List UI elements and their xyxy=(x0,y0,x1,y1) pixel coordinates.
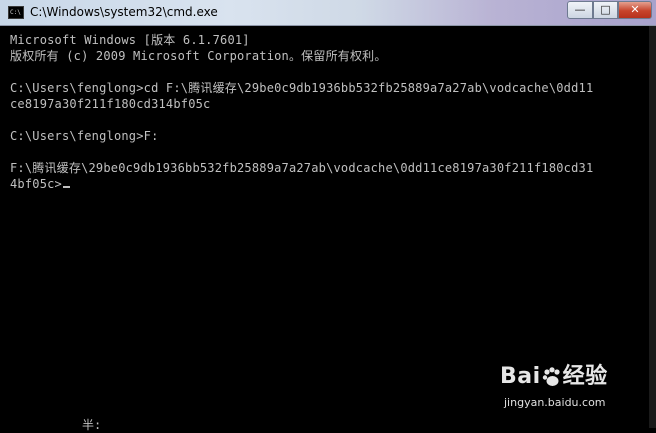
logo-prefix: Bai xyxy=(500,364,541,389)
prompt-line: 4bf05c> xyxy=(10,176,70,192)
console-line: C:\Users\fenglong>F: xyxy=(10,129,159,143)
baidu-jingyan-watermark: Bai 经验 jingyan.baidu.com xyxy=(500,358,650,414)
close-button[interactable]: ✕ xyxy=(618,1,652,19)
cmd-app-icon[interactable]: C:\ xyxy=(8,6,24,19)
logo-suffix: 经验 xyxy=(562,364,608,389)
scrollbar-track[interactable] xyxy=(649,26,656,428)
text-cursor xyxy=(62,186,70,188)
console-line: Microsoft Windows [版本 6.1.7601] xyxy=(10,33,250,47)
baidu-logo: Bai 经验 xyxy=(500,358,608,390)
title-bar[interactable]: C:\ C:\Windows\system32\cmd.exe — □ ✕ xyxy=(0,0,656,26)
console-line: 版权所有 (c) 2009 Microsoft Corporation。保留所有… xyxy=(10,49,387,63)
current-prompt: 4bf05c> xyxy=(10,177,62,191)
paw-icon xyxy=(542,367,560,386)
console-line: ce8197a30f211f180cd314bf05c xyxy=(10,97,211,111)
partial-text: 半: xyxy=(82,418,102,432)
maximize-button[interactable]: □ xyxy=(593,1,618,19)
cmd-window: C:\ C:\Windows\system32\cmd.exe — □ ✕ Mi… xyxy=(0,0,656,432)
minimize-button[interactable]: — xyxy=(567,1,593,19)
console-line: C:\Users\fenglong>cd F:\腾讯缓存\29be0c9db19… xyxy=(10,81,594,95)
console-line: F:\腾讯缓存\29be0c9db1936bb532fb25889a7a27ab… xyxy=(10,161,594,175)
window-title: C:\Windows\system32\cmd.exe xyxy=(30,5,218,19)
watermark-url: jingyan.baidu.com xyxy=(504,396,606,409)
